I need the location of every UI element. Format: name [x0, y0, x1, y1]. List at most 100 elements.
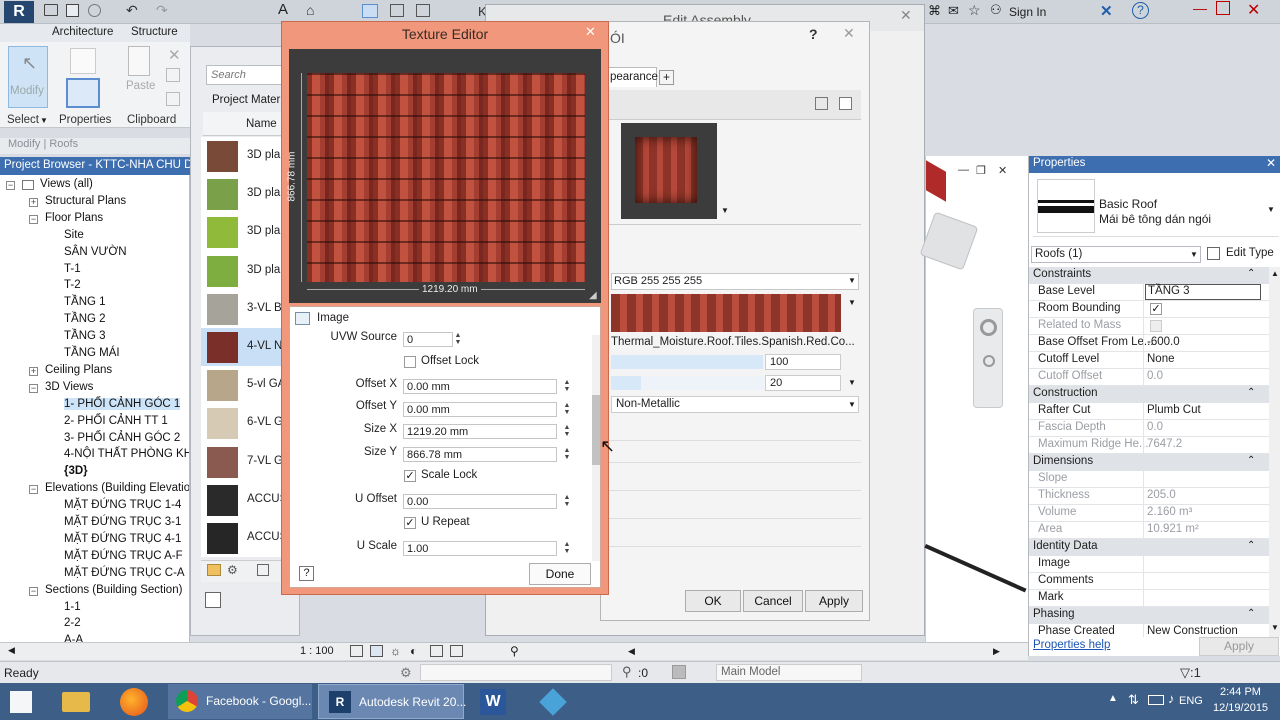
property-row[interactable]: Image [1029, 556, 1269, 573]
material-list-item[interactable]: 4-VL N [201, 328, 291, 366]
shadows-icon[interactable]: ◐ [410, 644, 417, 658]
detail-level-icon[interactable] [350, 645, 363, 657]
tree-item[interactable]: Views (all) [40, 178, 93, 190]
scale-lock-checkbox[interactable]: ✓ [404, 470, 416, 482]
text-icon[interactable]: A [278, 1, 288, 18]
library-icon[interactable] [207, 564, 221, 576]
appearance-preview-cube[interactable] [621, 123, 717, 219]
clock-date[interactable]: 12/19/2015 [1213, 702, 1268, 714]
copy-icon[interactable] [166, 68, 180, 82]
tree-toggle-icon[interactable]: − [29, 214, 38, 224]
project-browser-tree[interactable]: − Views (all) + Structural Plans − Floor Plan… [0, 175, 190, 645]
material-list-item[interactable]: 3-VL B [201, 290, 291, 328]
glossiness-slider[interactable] [611, 376, 763, 390]
property-row[interactable]: Comments [1029, 573, 1269, 590]
start-button-icon[interactable] [10, 691, 32, 713]
cut-icon[interactable]: ✕ [168, 46, 181, 64]
tree-item[interactable]: 3D Views [45, 381, 93, 393]
property-row[interactable]: Phase Created New Construction [1029, 624, 1269, 637]
glossiness-value[interactable]: 20 [765, 375, 841, 391]
image-fade-slider[interactable] [611, 355, 763, 369]
uvw-source-input[interactable]: 0 [403, 332, 453, 347]
scroll-left-icon[interactable]: ◀ [8, 645, 15, 656]
apply-button[interactable]: Apply [805, 590, 863, 612]
property-row[interactable]: Base Offset From Le... -600.0 [1029, 335, 1269, 352]
thin-lines-icon[interactable] [362, 4, 378, 18]
image-texture-swatch[interactable] [611, 294, 841, 332]
image-fade-value[interactable]: 100 [765, 354, 841, 370]
property-row[interactable]: Base Level TẦNG 3 [1029, 284, 1269, 301]
user-icon[interactable]: ⚇ [990, 2, 1002, 18]
tree-item[interactable]: Ceiling Plans [45, 364, 112, 376]
material-list-item[interactable]: 3D pla [201, 213, 291, 251]
color-dropdown-icon[interactable]: ▼ [848, 276, 856, 285]
taskbar-revit[interactable]: R Autodesk Revit 20... [318, 684, 466, 719]
property-row[interactable]: Rafter Cut Plumb Cut [1029, 403, 1269, 420]
type-dropdown-icon[interactable]: ▼ [1267, 205, 1275, 214]
collapse-icon[interactable]: ⌃ [1247, 268, 1255, 279]
undo-icon[interactable]: ↶ [126, 2, 138, 19]
binoculars-icon[interactable]: ⌘ [928, 3, 941, 19]
filter-count-icon[interactable]: ▽:1 [1180, 665, 1201, 681]
material-editor-help-button[interactable]: ? [809, 26, 818, 42]
tree-toggle-icon[interactable]: − [29, 383, 38, 393]
material-search-input[interactable]: Search [211, 69, 246, 81]
image-dropdown-icon[interactable]: ▼ [848, 298, 856, 307]
view-minimize-icon[interactable]: — [958, 164, 969, 176]
word-icon[interactable]: W [480, 689, 506, 715]
tree-toggle-icon[interactable]: − [6, 181, 15, 190]
tree-item[interactable]: TẦNG 3 [64, 330, 106, 342]
tree-item[interactable]: MẶT ĐỨNG TRỤC 1-4 [64, 499, 181, 511]
close-hidden-windows-icon[interactable] [390, 4, 404, 17]
tree-item[interactable]: 4-NỘI THẤT PHÒNG KHÁ [64, 448, 189, 460]
replace-asset-icon[interactable] [839, 97, 852, 110]
appearance-tab[interactable]: pearance [605, 67, 658, 87]
uvw-source-stepper[interactable]: ▲ ▼ [453, 332, 463, 347]
u-offset-input[interactable]: 0.00 [403, 494, 557, 509]
tree-toggle-icon[interactable]: − [29, 586, 38, 596]
tree-item[interactable]: Structural Plans [45, 195, 126, 207]
texture-tile-image[interactable] [307, 73, 585, 282]
duplicate-asset-icon[interactable] [815, 97, 828, 110]
properties-apply-button[interactable]: Apply [1199, 637, 1279, 656]
properties-help-link[interactable]: Properties help [1033, 639, 1110, 651]
switch-windows-icon[interactable] [416, 4, 430, 17]
offset-y-input[interactable]: 0.00 mm [403, 402, 557, 417]
scroll-left-canvas-icon[interactable]: ◀ [628, 646, 635, 657]
u-scale-stepper[interactable]: ▲ ▼ [562, 541, 572, 556]
property-row[interactable]: Related to Mass [1029, 318, 1269, 335]
property-row[interactable]: Fascia Depth 0.0 [1029, 420, 1269, 437]
volume-icon[interactable]: ♪ [1168, 691, 1175, 706]
size-y-input[interactable]: 866.78 mm [403, 447, 557, 462]
size-y-stepper[interactable]: ▲ ▼ [562, 447, 572, 462]
property-row[interactable]: Cutoff Offset 0.0 [1029, 369, 1269, 386]
3d-view-canvas[interactable]: — ❐ ✕ [919, 156, 1028, 642]
properties-close-icon[interactable]: ✕ [1266, 156, 1276, 170]
color-field[interactable]: RGB 255 255 255 ▼ [611, 273, 859, 290]
create-material-icon[interactable]: ⚙ [227, 563, 238, 577]
property-row[interactable]: Slope [1029, 471, 1269, 488]
edit-type-button[interactable]: Edit Type [1205, 245, 1277, 264]
property-group-header[interactable]: Construction ⌃ [1029, 386, 1269, 403]
u-offset-stepper[interactable]: ▲ ▼ [562, 494, 572, 509]
view-scale[interactable]: 1 : 100 [300, 645, 334, 657]
tree-item[interactable]: 2- PHỐI CẢNH TT 1 [64, 415, 168, 427]
help-icon[interactable]: ? [1132, 2, 1149, 19]
cancel-button[interactable]: Cancel [743, 590, 803, 612]
tree-item[interactable]: TẦNG 2 [64, 313, 106, 325]
favorites-icon[interactable]: ☆ [968, 2, 981, 19]
view-restore-icon[interactable]: ❐ [976, 164, 986, 177]
tree-item[interactable]: MẶT ĐỨNG TRỤC A-F [64, 550, 183, 562]
material-editor-close-button[interactable]: ✕ [843, 25, 855, 42]
tree-toggle-icon[interactable]: − [29, 485, 38, 495]
type-properties-button[interactable] [66, 78, 100, 108]
tree-item[interactable]: MẶT ĐỨNG TRỤC C-A [64, 567, 185, 579]
property-value[interactable]: None [1147, 353, 1175, 365]
properties-vscroll[interactable]: ▲ ▼ [1269, 267, 1280, 637]
visual-style-icon[interactable] [370, 645, 383, 657]
texture-help-button[interactable]: ? [299, 566, 314, 581]
add-tab-button[interactable]: + [659, 70, 674, 85]
worksets-icon[interactable]: ⚙ [400, 665, 412, 681]
property-group-header[interactable]: Dimensions ⌃ [1029, 454, 1269, 471]
network-icon[interactable]: ⇅ [1128, 692, 1139, 708]
